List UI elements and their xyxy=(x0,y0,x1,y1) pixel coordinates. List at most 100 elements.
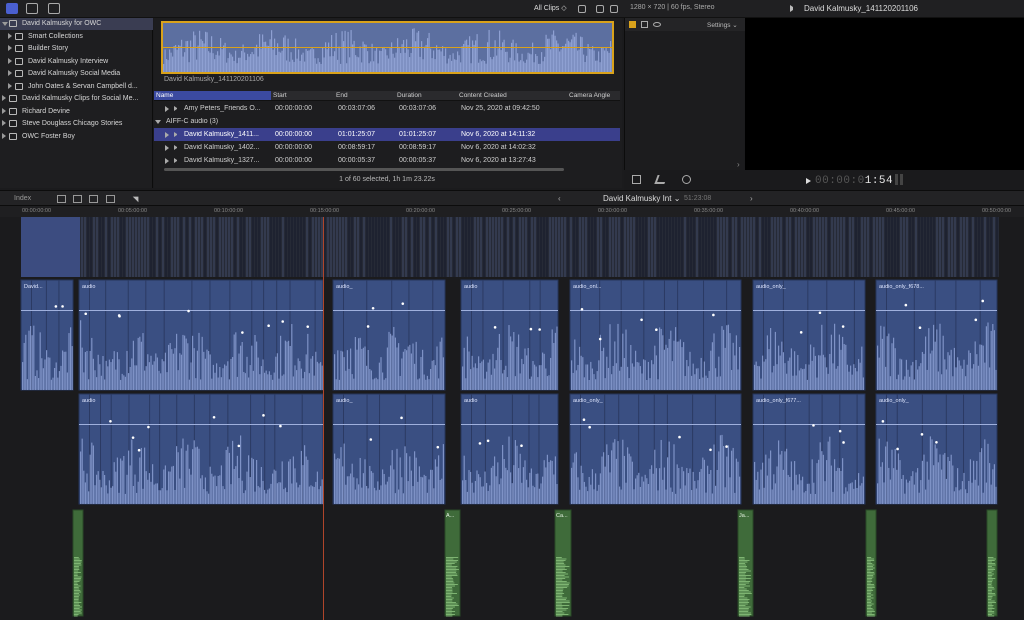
settings-menu[interactable]: Settings ⌄ xyxy=(707,21,738,29)
keyframe[interactable] xyxy=(881,420,885,423)
keyframe[interactable] xyxy=(241,331,244,334)
library-item[interactable]: David Kalmusky for OWC xyxy=(0,18,153,30)
keyframe[interactable] xyxy=(896,447,899,451)
video-clip[interactable] xyxy=(21,217,80,277)
playhead[interactable] xyxy=(323,217,324,620)
keyframe[interactable] xyxy=(818,311,822,315)
keyframe[interactable] xyxy=(842,441,845,444)
library-item[interactable]: Richard Devine xyxy=(0,106,153,118)
disclosure-closed-icon[interactable] xyxy=(8,57,12,64)
keyframe[interactable] xyxy=(366,325,370,328)
overwrite-clip-icon[interactable] xyxy=(106,195,115,203)
keyframe[interactable] xyxy=(281,320,285,323)
append-clip-icon[interactable] xyxy=(89,195,98,203)
keyframe[interactable] xyxy=(725,445,728,448)
keyframe[interactable] xyxy=(279,424,282,428)
disclosure-closed-icon[interactable] xyxy=(8,82,12,89)
library-item[interactable]: David Kalmusky Social Media xyxy=(0,68,153,80)
keyframe[interactable] xyxy=(582,418,586,421)
disclosure-closed-icon[interactable] xyxy=(2,95,6,101)
keyframe[interactable] xyxy=(529,327,533,331)
keyframe[interactable] xyxy=(493,326,497,329)
viewer-canvas[interactable] xyxy=(745,18,1024,170)
disclosure-closed-icon[interactable] xyxy=(8,32,12,39)
keyframe[interactable] xyxy=(436,445,440,449)
index-button[interactable]: Index xyxy=(14,195,31,202)
library-item[interactable]: Steve Douglass Chicago Stories xyxy=(0,118,153,130)
clip-row[interactable]: David Kalmusky_1411... 00:00:00:00 01:01:2… xyxy=(154,128,620,141)
audio-inspector-icon[interactable] xyxy=(641,21,648,28)
library-item[interactable]: John Oates & Servan Campbell d... xyxy=(0,81,153,93)
history-forward-icon[interactable]: › xyxy=(750,194,753,203)
keyframe[interactable] xyxy=(137,448,141,452)
disclosure-closed-icon[interactable] xyxy=(8,70,12,76)
disclosure-closed-icon[interactable] xyxy=(2,120,6,126)
history-back-icon[interactable]: ‹ xyxy=(558,194,561,203)
titles-generators-icon[interactable] xyxy=(48,3,60,14)
keyframe[interactable] xyxy=(147,425,150,429)
volume-line[interactable] xyxy=(461,424,558,425)
clip-row[interactable]: David Kalmusky_1402... 00:00:00:00 00:08:5… xyxy=(154,141,620,154)
volume-line[interactable] xyxy=(461,310,558,311)
library-item[interactable]: David Kalmusky Clips for Social Me... xyxy=(0,93,153,105)
keyframe[interactable] xyxy=(54,305,58,308)
transform-icon[interactable] xyxy=(632,175,641,184)
keyframe[interactable] xyxy=(981,299,985,303)
keyframe[interactable] xyxy=(118,314,121,318)
keyframe[interactable] xyxy=(61,305,64,308)
connect-clip-icon[interactable] xyxy=(57,195,66,203)
library-item[interactable]: OWC Foster Boy xyxy=(0,131,153,143)
keyframe[interactable] xyxy=(974,318,978,322)
video-inspector-icon[interactable] xyxy=(629,21,636,28)
keyframe[interactable] xyxy=(920,433,924,436)
keyframe[interactable] xyxy=(306,325,310,328)
column-header[interactable]: Name xyxy=(154,91,271,100)
library-item[interactable]: David Kalmusky Interview xyxy=(0,56,153,68)
keyframe[interactable] xyxy=(478,442,482,445)
clip-filter-menu[interactable]: All Clips ◇ xyxy=(534,4,567,12)
column-header[interactable]: Duration xyxy=(395,92,422,99)
keyframe[interactable] xyxy=(237,444,241,448)
clip-row[interactable]: Amy Peters_Friends O... 00:00:00:00 00:03:… xyxy=(154,102,620,115)
clip-row[interactable]: David Kalmusky_1327... 00:00:00:00 00:00:0… xyxy=(154,154,620,167)
disclosure-closed-icon[interactable] xyxy=(165,158,169,164)
browser-scrollbar[interactable] xyxy=(164,168,564,171)
keyframe[interactable] xyxy=(918,326,922,329)
keyframe[interactable] xyxy=(678,435,681,439)
column-header[interactable]: End xyxy=(334,92,348,99)
keyframe[interactable] xyxy=(131,436,135,439)
keyframe[interactable] xyxy=(712,313,715,317)
keyframe[interactable] xyxy=(262,414,265,417)
volume-line[interactable] xyxy=(876,424,997,425)
keyframe[interactable] xyxy=(640,318,643,322)
volume-line[interactable] xyxy=(21,310,73,311)
volume-line[interactable] xyxy=(333,424,445,425)
keyframe[interactable] xyxy=(598,337,602,341)
keyframe[interactable] xyxy=(520,444,523,448)
libraries-icon[interactable] xyxy=(6,3,18,14)
volume-line[interactable] xyxy=(753,424,865,425)
filmstrip-view-icon[interactable] xyxy=(578,5,586,13)
timeline-ruler[interactable]: 00:00:00:00 00:05:00:00 00:10:00:00 00:15:0… xyxy=(0,206,1024,217)
search-icon[interactable] xyxy=(610,5,618,13)
keyframe[interactable] xyxy=(904,303,908,307)
keyframe[interactable] xyxy=(838,429,842,433)
speed-icon[interactable] xyxy=(682,175,691,184)
volume-line[interactable] xyxy=(570,424,741,425)
group-row[interactable]: AIFF-C audio (3) xyxy=(154,115,620,128)
enhance-icon[interactable] xyxy=(654,175,668,184)
volume-line[interactable] xyxy=(753,310,865,311)
chevron-right-icon[interactable]: › xyxy=(737,160,740,169)
viewer-timecode[interactable]: 00:00:01:54 xyxy=(805,175,893,187)
volume-line[interactable] xyxy=(333,310,445,311)
disclosure-closed-icon[interactable] xyxy=(165,145,169,151)
column-header[interactable]: Camera Angle xyxy=(567,92,610,99)
column-header[interactable]: Start xyxy=(271,92,287,99)
keyframe[interactable] xyxy=(371,306,375,310)
keyframe[interactable] xyxy=(580,307,584,311)
keyframe[interactable] xyxy=(84,312,88,316)
disclosure-closed-icon[interactable] xyxy=(2,132,6,139)
keyframe[interactable] xyxy=(799,331,803,334)
library-item[interactable]: Builder Story xyxy=(0,43,153,55)
keyframe[interactable] xyxy=(655,328,658,331)
